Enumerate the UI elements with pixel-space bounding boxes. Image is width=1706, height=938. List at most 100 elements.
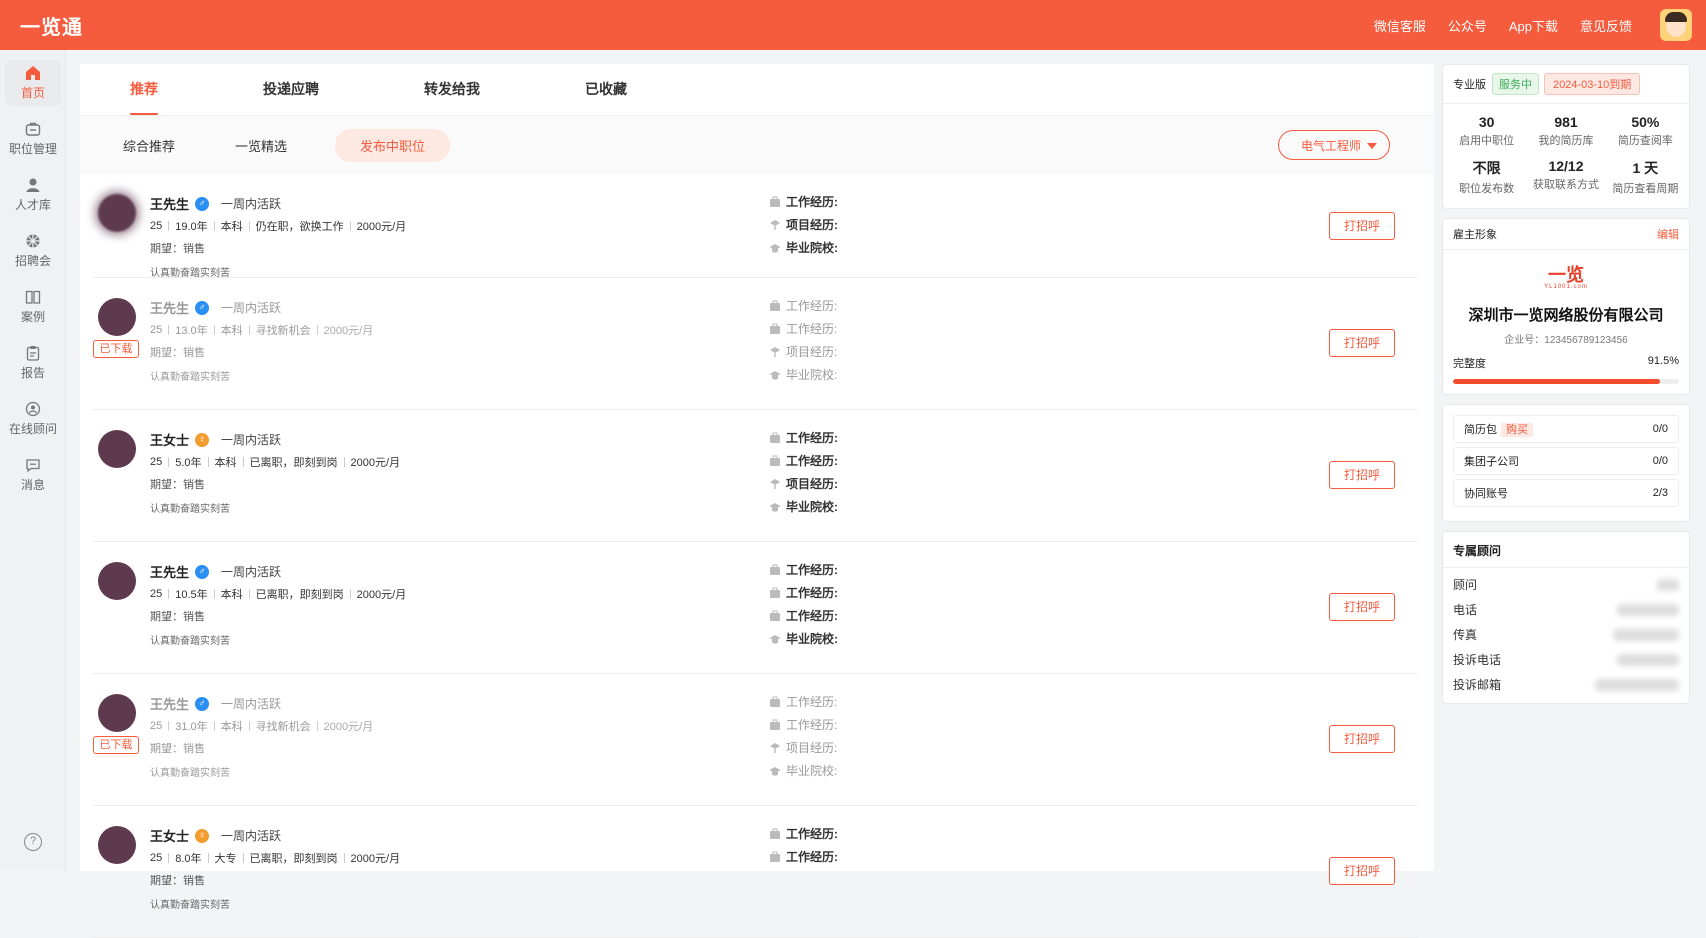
candidate-row[interactable]: 王先生 ♂ 一周内活跃 25 19.0年 本科 仍在职，欲换工作 2000元/月 期望：销售 认真… — [92, 174, 1418, 279]
candidate-name[interactable]: 王先生 — [150, 562, 189, 581]
feedback-link[interactable]: 意见反馈 — [1580, 16, 1632, 35]
subsidiary-row[interactable]: 集团子公司 0/0 — [1453, 447, 1679, 475]
activity-status: 一周内活跃 — [221, 433, 282, 447]
advisor-icon — [25, 401, 41, 416]
candidate-years: 13.0年 — [175, 325, 208, 337]
briefcase-icon — [25, 122, 41, 136]
candidate-avatar[interactable] — [98, 694, 136, 732]
book-icon — [25, 290, 41, 304]
candidate-salary: 2000元/月 — [323, 325, 374, 337]
sidebar-item-label: 职位管理 — [8, 141, 57, 156]
candidate-name[interactable]: 王先生 — [150, 694, 189, 713]
app-download-link[interactable]: App下载 — [1509, 16, 1558, 35]
candidate-avatar[interactable] — [98, 430, 136, 468]
candidate-row[interactable]: 王先生 ♂ 一周内活跃 25 10.5年 本科 已离职，即刻到岗 2000元/月 期望：销售 认真… — [92, 542, 1418, 674]
package-label: 简历包 — [1464, 424, 1497, 436]
subtab-published-jobs[interactable]: 发布中职位 — [335, 128, 451, 162]
candidate-avatar[interactable] — [98, 562, 136, 600]
briefcase-icon — [769, 696, 781, 708]
subtab-selected[interactable]: 一览精选 — [235, 136, 287, 155]
sidebar-item-talent[interactable]: 人才库 — [5, 172, 61, 218]
candidate-avatar[interactable] — [98, 826, 136, 864]
tab-bar: 推荐 投递应聘 转发给我 已收藏 — [80, 64, 1434, 116]
app-logo[interactable]: 一览通 — [20, 11, 83, 40]
greet-button[interactable]: 打招呼 — [1329, 725, 1395, 753]
experience-row: 工作经历: — [769, 317, 837, 340]
stat-active-jobs[interactable]: 30 启用中职位 — [1447, 114, 1526, 148]
redacted-value — [1613, 628, 1679, 641]
candidate-row[interactable]: 已下载 王先生 ♂ 一周内活跃 25 13.0年 本科 寻找新机会 2000元/月 期望：销售 认真… — [92, 278, 1418, 410]
project-icon — [769, 742, 781, 754]
employer-card: 雇主形象 编辑 一览 YL1001.com 深圳市一览网络股份有限公司 企业号：… — [1442, 218, 1690, 395]
candidate-name[interactable]: 王先生 — [150, 194, 189, 213]
edit-link[interactable]: 编辑 — [1657, 226, 1679, 242]
candidate-info: 王女士 ♀ 一周内活跃 25 5.0年 本科 已离职，即刻到岗 2000元/月 期望：销售 认真勤… — [150, 430, 400, 515]
greet-button[interactable]: 打招呼 — [1329, 461, 1395, 489]
candidate-row[interactable]: 王女士 ♀ 一周内活跃 25 5.0年 本科 已离职，即刻到岗 2000元/月 期望：销售 认真勤… — [92, 410, 1418, 542]
candidate-motto: 认真勤奋踏实刻苦 — [150, 636, 230, 647]
stat-contacts: 12/12 获取联系方式 — [1532, 158, 1599, 191]
male-icon: ♂ — [195, 564, 210, 579]
sidebar-item-jobs[interactable]: 职位管理 — [5, 116, 61, 162]
greet-button[interactable]: 打招呼 — [1329, 593, 1395, 621]
user-avatar[interactable] — [1660, 9, 1692, 41]
employer-header: 雇主形象 编辑 — [1443, 219, 1689, 250]
candidate-status: 寻找新机会 — [255, 325, 311, 337]
candidate-motto: 认真勤奋踏实刻苦 — [150, 900, 230, 911]
experience-row: 工作经历: — [769, 690, 837, 713]
completeness-bar-fill — [1453, 379, 1660, 384]
greet-button[interactable]: 打招呼 — [1329, 212, 1395, 240]
experience-row: 毕业院校: — [769, 363, 837, 386]
tab-forwarded[interactable]: 转发给我 — [424, 79, 480, 115]
candidate-avatar[interactable] — [98, 194, 136, 232]
sidebar-item-advisor[interactable]: 在线顾问 — [5, 396, 61, 442]
greet-button[interactable]: 打招呼 — [1329, 857, 1395, 885]
graduation-cap-icon — [769, 369, 781, 381]
candidate-name[interactable]: 王女士 — [150, 430, 189, 449]
help-icon[interactable]: ? — [24, 833, 42, 851]
graduation-cap-icon — [769, 633, 781, 645]
sidebar-item-messages[interactable]: 消息 — [5, 452, 61, 498]
right-panel: 专业版 服务中 2024-03-10到期 30 启用中职位 981 我的简历库 50… — [1442, 64, 1690, 713]
stat-resume-library[interactable]: 981 我的简历库 — [1526, 114, 1605, 148]
candidate-name[interactable]: 王女士 — [150, 826, 189, 845]
greet-button[interactable]: 打招呼 — [1329, 329, 1395, 357]
plan-header: 专业版 服务中 2024-03-10到期 — [1443, 65, 1689, 104]
briefcase-icon — [769, 851, 781, 863]
sidebar-item-cases[interactable]: 案例 — [5, 284, 61, 330]
official-account-link[interactable]: 公众号 — [1448, 16, 1487, 35]
candidate-motto: 认真勤奋踏实刻苦 — [150, 768, 230, 779]
activity-status: 一周内活跃 — [221, 197, 282, 211]
redacted-value — [1617, 653, 1679, 666]
candidate-row[interactable]: 已下载 王先生 ♂ 一周内活跃 25 31.0年 本科 寻找新机会 2000元/月 期望：销售 认真… — [92, 674, 1418, 806]
expect-label: 期望： — [150, 243, 183, 255]
candidate-status: 已离职，即刻到岗 — [249, 853, 338, 865]
package-card: 简历包 购买 0/0 集团子公司 0/0 协同账号 2/3 — [1442, 404, 1690, 522]
candidate-education: 大专 — [214, 853, 237, 865]
expect-label: 期望： — [150, 743, 183, 755]
candidate-salary: 2000元/月 — [323, 721, 374, 733]
candidate-motto: 认真勤奋踏实刻苦 — [150, 268, 230, 279]
job-dropdown[interactable]: 电气工程师 — [1278, 130, 1390, 160]
tab-favorites[interactable]: 已收藏 — [585, 79, 627, 115]
tab-applications[interactable]: 投递应聘 — [263, 79, 319, 115]
candidate-name[interactable]: 王先生 — [150, 298, 189, 317]
tab-recommend[interactable]: 推荐 — [130, 79, 158, 115]
advisor-card: 专属顾问 顾问 电话 传真 投诉电话 投诉邮箱 — [1442, 531, 1690, 704]
experience-row: 项目经历: — [769, 472, 838, 495]
buy-button[interactable]: 购买 — [1501, 423, 1533, 437]
candidate-avatar[interactable] — [98, 298, 136, 336]
experience-summary: 工作经历: 工作经历: 项目经历: 毕业院校: — [769, 294, 837, 386]
completeness-row: 完整度 91.5% — [1453, 355, 1679, 371]
collab-account-row[interactable]: 协同账号 2/3 — [1453, 479, 1679, 507]
sidebar-item-reports[interactable]: 报告 — [5, 340, 61, 386]
sidebar-item-fair[interactable]: 招聘会 — [5, 228, 61, 274]
subtab-overall[interactable]: 综合推荐 — [123, 136, 175, 155]
wechat-service-link[interactable]: 微信客服 — [1374, 16, 1426, 35]
briefcase-icon — [769, 455, 781, 467]
package-value: 0/0 — [1652, 455, 1668, 467]
sidebar-item-home[interactable]: 首页 — [5, 60, 61, 106]
stat-view-period: 1 天简历查看周期 — [1612, 160, 1679, 195]
candidate-expectation: 销售 — [183, 611, 205, 623]
candidate-row[interactable]: 王女士 ♀ 一周内活跃 25 8.0年 大专 已离职，即刻到岗 2000元/月 期望：销售 认真勤… — [92, 806, 1418, 938]
